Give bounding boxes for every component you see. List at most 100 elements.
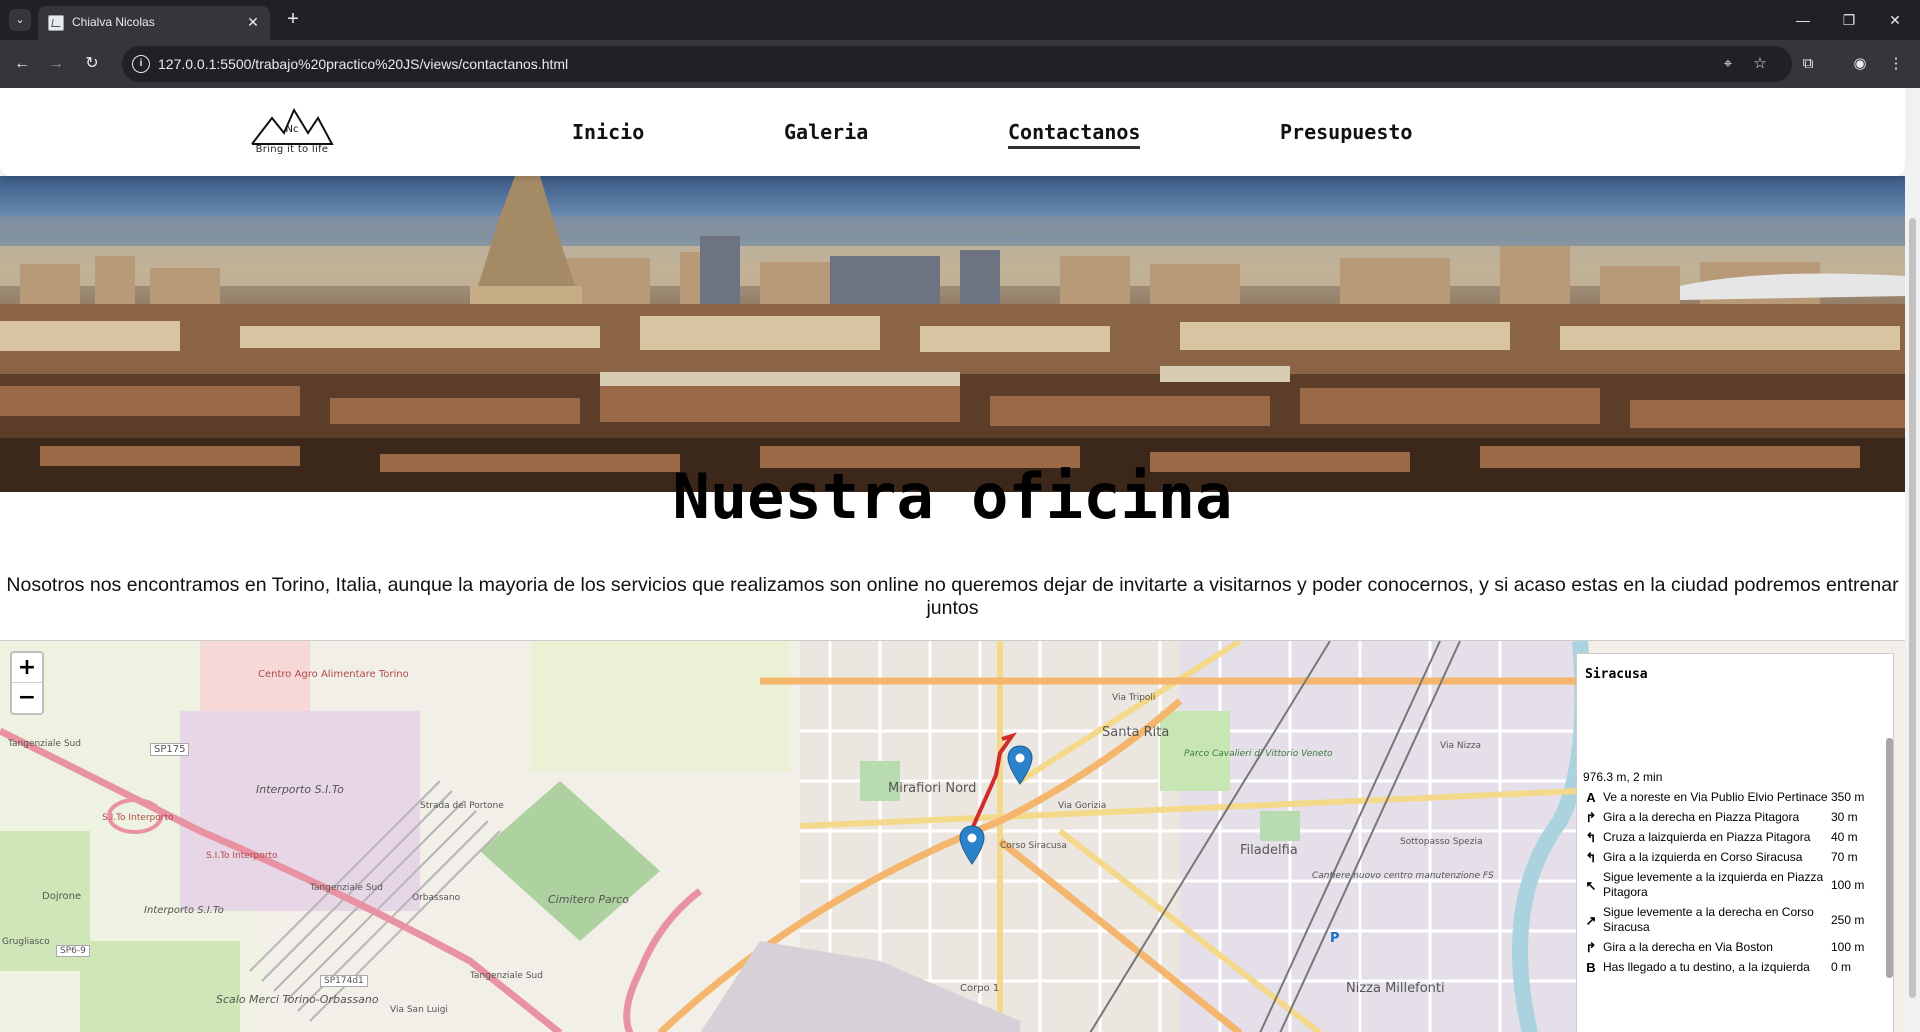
map-label: Sottopasso Spezia (1400, 837, 1483, 847)
browser-tab[interactable]: Chialva Nicolas ✕ (38, 6, 270, 40)
page-viewport: Nc Bring it to life Inicio Galeria Conta… (0, 88, 1905, 1032)
location-icon[interactable]: ⌖ (1718, 54, 1738, 74)
map-label: SP175 (150, 743, 190, 756)
page-title: Nuestra oficina (672, 460, 1233, 533)
step-text: Sigue levemente a la izquierda en Piazza… (1603, 870, 1824, 899)
route-step[interactable]: ↱ Gira a la derecha en Piazza Pitagora 3… (1583, 810, 1883, 825)
end-marker-icon: B (1586, 960, 1596, 975)
step-distance: 100 m (1831, 940, 1865, 954)
window-close-icon[interactable]: ✕ (1872, 0, 1918, 40)
profile-icon[interactable]: ◉ (1848, 52, 1872, 76)
step-distance: 70 m (1831, 850, 1858, 864)
route-panel-scrollbar[interactable] (1886, 738, 1893, 978)
zoom-out-button[interactable]: − (12, 683, 42, 713)
step-distance: 30 m (1831, 810, 1858, 824)
mountains-logo-icon: Nc (251, 107, 334, 145)
map-label: Tangenziale Sud (470, 971, 543, 981)
nav-presupuesto[interactable]: Presupuesto (1280, 120, 1412, 144)
step-distance: 40 m (1831, 830, 1858, 844)
slight-left-icon: ↖ (1585, 877, 1597, 893)
tab-title: Chialva Nicolas (72, 15, 155, 29)
map-label: Scalo Merci Torino-Orbassano (216, 993, 379, 1006)
map-label: Cantiere nuovo centro manutenzione FS (1312, 871, 1494, 881)
url-text[interactable]: 127.0.0.1:5500/trabajo%20practico%20JS/v… (158, 56, 568, 72)
office-description: Nosotros nos encontramos en Torino, Ital… (6, 574, 1899, 619)
page-scrollbar[interactable] (1905, 88, 1920, 1032)
map-label: S.I.To Interporto (102, 813, 174, 823)
route-step[interactable]: ↰ Gira a la izquierda en Corso Siracusa … (1583, 850, 1883, 865)
map-label: Dojrone (42, 891, 82, 902)
map-label: Parco Cavalieri di Vittorio Veneto (1184, 749, 1333, 759)
step-text: Gira a la derecha en Via Boston (1603, 940, 1773, 954)
step-distance: 100 m (1831, 877, 1865, 892)
map-label: Santa Rita (1102, 725, 1170, 740)
route-start-marker-icon[interactable] (1007, 745, 1033, 785)
map-label: Tangenziale Sud (8, 739, 81, 749)
menu-icon[interactable]: ⋮ (1884, 52, 1908, 76)
step-text: Ve a noreste en Via Publio Elvio Pertina… (1603, 790, 1828, 804)
map-label: Orbassano (412, 893, 461, 903)
turn-left-icon: ↰ (1585, 850, 1597, 865)
restore-icon[interactable]: ❐ (1826, 0, 1872, 40)
page-scrollbar-thumb[interactable] (1909, 218, 1916, 998)
nav-contactanos[interactable]: Contactanos (1008, 120, 1141, 149)
logo-caption: Bring it to life (255, 144, 329, 155)
extensions-icon[interactable]: ⧉ (1796, 52, 1820, 76)
tab-search-icon[interactable]: ⌄ (9, 9, 31, 31)
map-label: Interporto S.I.To (144, 905, 224, 916)
site-info-icon[interactable]: i (132, 55, 150, 73)
parking-icon: P (1330, 931, 1340, 946)
browser-tab-bar: ⌄ Chialva Nicolas ✕ + — ❐ ✕ (0, 0, 1920, 40)
route-end-marker-icon[interactable] (959, 825, 985, 865)
turn-right-icon: ↱ (1585, 940, 1597, 955)
nav-galeria[interactable]: Galeria (784, 120, 868, 144)
forward-icon[interactable]: → (44, 52, 68, 76)
step-text: Gira a la izquierda en Corso Siracusa (1603, 850, 1803, 864)
map-label: Via Nizza (1440, 741, 1482, 751)
step-distance: 350 m (1831, 790, 1865, 804)
turn-left-icon: ↰ (1585, 830, 1597, 845)
address-bar[interactable]: i 127.0.0.1:5500/trabajo%20practico%20JS… (122, 46, 1792, 82)
route-step[interactable]: A Ve a noreste en Via Publio Elvio Perti… (1583, 790, 1883, 805)
map-label: S.I.To Interporto (206, 851, 278, 861)
route-step[interactable]: ↗ Sigue levemente a la derecha en Corso … (1583, 905, 1883, 935)
map-label: Filadelfia (1240, 843, 1298, 858)
turn-right-icon: ↱ (1585, 810, 1597, 825)
logo[interactable]: Nc Bring it to life (250, 106, 334, 158)
step-text: Has llegado a tu destino, a la izquierda (1603, 960, 1810, 974)
map-label: Via San Luigi (390, 1005, 448, 1015)
start-marker-icon: A (1586, 790, 1596, 805)
map-label: SP6-9 (56, 945, 90, 957)
minimize-icon[interactable]: — (1780, 0, 1826, 40)
bookmark-star-icon[interactable]: ☆ (1750, 54, 1770, 74)
step-distance: 0 m (1831, 960, 1852, 974)
route-step[interactable]: ↰ Cruza a laizquierda en Piazza Pitagora… (1583, 830, 1883, 845)
map-label: Strada del Portone (420, 801, 504, 811)
route-instructions-panel[interactable]: Siracusa 976.3 m, 2 min A Ve a noreste e… (1576, 653, 1894, 1032)
new-tab-icon[interactable]: + (282, 8, 304, 30)
slight-right-icon: ↗ (1585, 912, 1597, 928)
map-label: Via Tripoli (1112, 693, 1156, 703)
back-icon[interactable]: ← (10, 52, 34, 76)
map-label: Interporto S.I.To (256, 783, 344, 796)
map-label: Nizza Millefonti (1346, 981, 1445, 996)
route-steps-list: A Ve a noreste en Via Publio Elvio Perti… (1583, 790, 1883, 980)
office-map[interactable]: Centro Agro Alimentare Torino SP175 Inte… (0, 640, 1905, 1032)
route-step[interactable]: B Has llegado a tu destino, a la izquier… (1583, 960, 1883, 975)
nav-inicio[interactable]: Inicio (572, 120, 644, 144)
map-label: Corso Siracusa (1000, 841, 1067, 851)
map-label: Centro Agro Alimentare Torino (258, 669, 409, 680)
route-step[interactable]: ↖ Sigue levemente a la izquierda en Piaz… (1583, 870, 1883, 900)
reload-icon[interactable]: ↻ (80, 52, 104, 76)
map-label: Via Gorizia (1058, 801, 1107, 811)
close-icon[interactable]: ✕ (244, 13, 262, 31)
zoom-in-button[interactable]: + (12, 653, 42, 683)
route-summary: 976.3 m, 2 min (1583, 770, 1663, 784)
step-text: Sigue levemente a la derecha en Corso Si… (1603, 905, 1814, 934)
step-text: Cruza a laizquierda en Piazza Pitagora (1603, 830, 1811, 844)
route-destination: Siracusa (1585, 667, 1648, 682)
logo-initials: Nc (286, 124, 299, 135)
route-step[interactable]: ↱ Gira a la derecha en Via Boston 100 m (1583, 940, 1883, 955)
map-label: Tangenziale Sud (310, 883, 383, 893)
map-label: Corpo 1 (960, 983, 1000, 994)
